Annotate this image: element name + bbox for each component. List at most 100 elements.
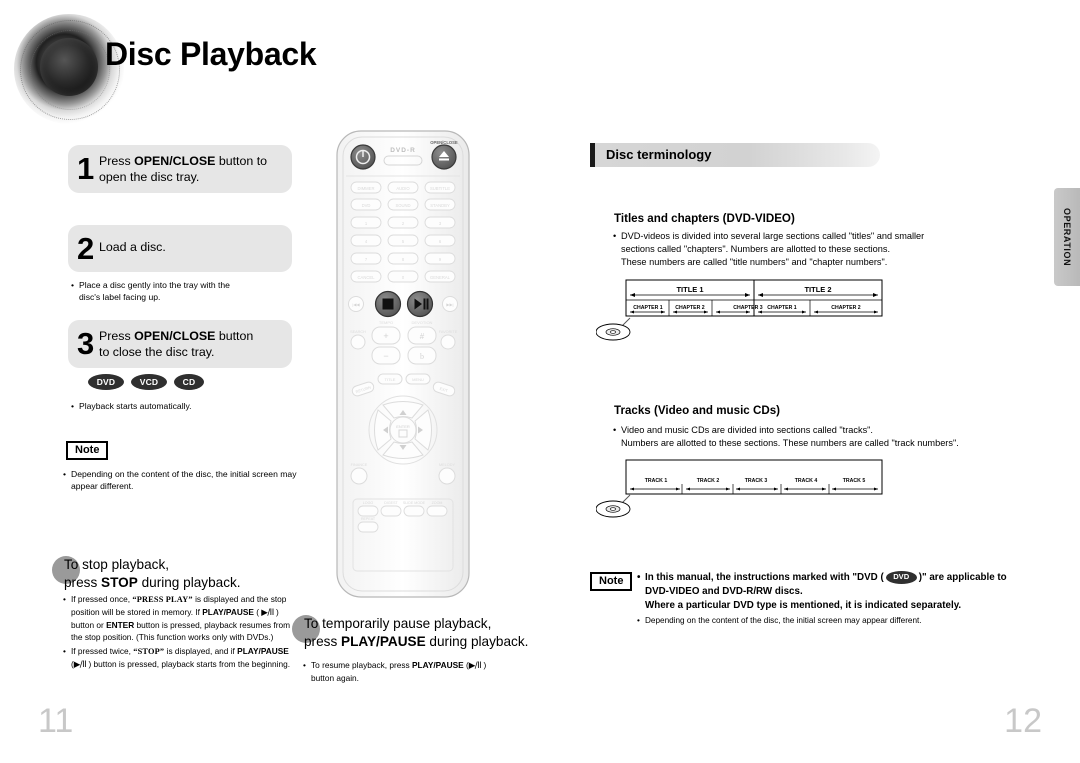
step-2-bullets: Place a disc gently into the tray with t… xyxy=(68,279,298,305)
list-item: Place a disc gently into the tray with t… xyxy=(71,279,298,304)
left-note-bullets: Depending on the content of the disc, th… xyxy=(60,468,310,494)
svg-text:DVD: DVD xyxy=(362,203,371,208)
step-3-bullets: Playback starts automatically. xyxy=(68,400,298,413)
list-item: If pressed once, “PRESS PLAY” is display… xyxy=(63,593,294,643)
svg-text:ZOOM: ZOOM xyxy=(432,501,443,505)
section-title-text: Disc terminology xyxy=(606,147,712,162)
format-badge-group: DVD VCD CD xyxy=(88,374,204,390)
svg-text:−: − xyxy=(383,351,388,361)
rn-l2: DVD-VIDEO and DVD-R/RW discs. xyxy=(645,586,803,597)
svg-text:GENERAL: GENERAL xyxy=(430,275,451,280)
note-label: Note xyxy=(590,572,633,591)
step-1-text: Press OPEN/CLOSE button to open the disc… xyxy=(99,145,292,195)
svg-text:STANDBY: STANDBY xyxy=(430,203,450,208)
pause-bullet-pre: To resume playback, press xyxy=(311,660,412,670)
pause-bullet-list: To resume playback, press PLAY/PAUSE (▶/… xyxy=(302,659,552,684)
step-3-l1-post: button xyxy=(215,329,254,343)
svg-text:FINANCE: FINANCE xyxy=(351,463,368,467)
svg-text:TRACK 5: TRACK 5 xyxy=(843,478,866,484)
svg-text:TEMPO: TEMPO xyxy=(379,320,393,325)
page-number-right: 12 xyxy=(1004,702,1042,740)
subheading-titles-chapters: Titles and chapters (DVD-VIDEO) xyxy=(614,212,795,225)
svg-text:TRACK 1: TRACK 1 xyxy=(645,478,668,484)
list-item: Depending on the content of the disc, th… xyxy=(637,616,1020,625)
left-note-l1: Depending on the content of the disc, th… xyxy=(71,469,297,479)
step-3: 3 Press OPEN/CLOSE button to close the d… xyxy=(68,320,292,368)
svg-text:AUDIO: AUDIO xyxy=(396,186,410,191)
side-tab-operation[interactable]: OPERATION xyxy=(1054,188,1080,286)
svg-text:CHAPTER 1: CHAPTER 1 xyxy=(767,305,797,311)
svg-text:▶▶|: ▶▶| xyxy=(446,302,453,307)
right-note-badge: Note xyxy=(590,571,633,591)
stop-playback-heading: To stop playback, press STOP during play… xyxy=(52,556,241,593)
svg-text:SLIDE MODE: SLIDE MODE xyxy=(403,501,426,505)
tc-body-l1: DVD-videos is divided into several large… xyxy=(621,231,925,241)
svg-text:DVD-R: DVD-R xyxy=(390,147,416,154)
svg-text:SUBTITLE: SUBTITLE xyxy=(430,186,450,191)
stop-heading-text: To stop playback, press STOP during play… xyxy=(52,556,241,593)
tc-body-l2: sections called "chapters". Numbers are … xyxy=(621,244,891,255)
svg-text:MENU: MENU xyxy=(412,377,424,382)
step-1: 1 Press OPEN/CLOSE button to open the di… xyxy=(68,145,292,193)
step2-bullet-l1: Place a disc gently into the tray with t… xyxy=(79,280,230,290)
subheading-tracks: Tracks (Video and music CDs) xyxy=(614,404,781,417)
step-1-l1-post: button to xyxy=(215,154,268,168)
svg-text:CHAPTER 1: CHAPTER 1 xyxy=(633,305,663,311)
step-1-l2: open the disc tray. xyxy=(99,169,200,184)
pause-head-l2-bold: PLAY/PAUSE xyxy=(341,634,426,650)
pause-head-l2-post: during playback. xyxy=(425,634,529,650)
list-item: DVD-videos is divided into several large… xyxy=(613,230,962,269)
step-3-l2: to close the disc tray. xyxy=(99,344,215,359)
step-1-number: 1 xyxy=(77,150,95,186)
badge-dvd-inline: DVD xyxy=(885,571,917,584)
badge-cd: CD xyxy=(174,374,204,390)
svg-text:OPEN/CLOSE: OPEN/CLOSE xyxy=(430,140,458,145)
svg-text:MELODY: MELODY xyxy=(439,463,456,467)
list-item: To resume playback, press PLAY/PAUSE (▶/… xyxy=(303,659,552,684)
stop-head-l2-bold: STOP xyxy=(101,575,138,591)
stop-head-l2-pre: press xyxy=(64,575,102,591)
svg-text:TITLE: TITLE xyxy=(385,377,396,382)
step-1-l1-pre: Press xyxy=(99,154,135,168)
pause-head-l2-pre: press xyxy=(304,634,342,650)
pause-head-l1: To temporarily pause playback, xyxy=(304,616,492,631)
list-item: In this manual, the instructions marked … xyxy=(637,571,1020,613)
step-3-text: Press OPEN/CLOSE button to close the dis… xyxy=(99,320,292,370)
list-item: Depending on the content of the disc, th… xyxy=(63,468,310,493)
svg-text:DEVOTION: DEVOTION xyxy=(412,320,433,325)
badge-vcd: VCD xyxy=(131,374,167,390)
right-note-body: In this manual, the instructions marked … xyxy=(636,571,1020,613)
stop-bullet-list: If pressed once, “PRESS PLAY” is display… xyxy=(62,593,294,672)
tracks-body-l1: Video and music CDs are divided into sec… xyxy=(621,425,873,435)
list-item: If pressed twice, “STOP” is displayed, a… xyxy=(63,645,294,671)
stop-head-l2-post: during playback. xyxy=(137,575,241,591)
svg-text:ENTER: ENTER xyxy=(396,424,410,429)
tracks-body: Video and music CDs are divided into sec… xyxy=(612,424,972,450)
tc-body-l3: These numbers are called "title numbers"… xyxy=(621,257,888,268)
step-1-l1-bold: OPEN/CLOSE xyxy=(134,154,216,168)
svg-text:TITLE 2: TITLE 2 xyxy=(804,285,831,294)
step-2-l1: Load a disc. xyxy=(99,240,166,254)
svg-text:+: + xyxy=(383,331,388,341)
svg-text:#: # xyxy=(420,332,425,341)
svg-text:|◀◀: |◀◀ xyxy=(352,302,360,307)
page-header: Disc Playback xyxy=(0,0,340,130)
list-item: Playback starts automatically. xyxy=(71,400,298,413)
svg-text:SEARCH: SEARCH xyxy=(350,330,366,334)
svg-text:LOGO: LOGO xyxy=(363,501,374,505)
tracks-diagram: TRACK 1 TRACK 2 TRACK 3 TRACK 4 TRACK 5 xyxy=(596,458,896,520)
rn-l3: Where a particular DVD type is mentioned… xyxy=(645,599,962,611)
svg-text:CHAPTER 2: CHAPTER 2 xyxy=(675,305,705,311)
remote-control-illustration: DVD-R OPEN/CLOSE DIMMER AUDIO SUBTITLE D… xyxy=(334,128,472,600)
left-note-badge: Note xyxy=(66,440,109,460)
svg-text:TRACK 4: TRACK 4 xyxy=(795,478,818,484)
step-2: 2 Load a disc. xyxy=(68,225,292,272)
rn-l1-post: )" are applicable to xyxy=(918,572,1007,584)
rn-l1-pre: In this manual, the instructions marked … xyxy=(645,572,884,584)
step-3-l1-pre: Press xyxy=(99,329,135,343)
step-3-number: 3 xyxy=(77,325,95,361)
right-note-small: Depending on the content of the disc, th… xyxy=(636,616,1020,625)
svg-text:CANCEL: CANCEL xyxy=(358,275,376,280)
stop-head-l1: To stop playback, xyxy=(64,557,170,572)
pause-bullet-l2: button again. xyxy=(311,673,359,684)
